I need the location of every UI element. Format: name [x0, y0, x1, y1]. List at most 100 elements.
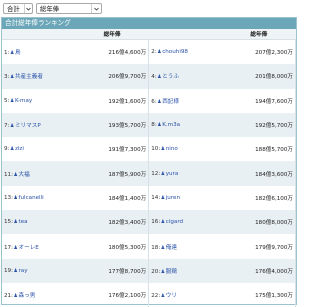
- ranking-title: 合計総年俸ランキング: [2, 18, 296, 29]
- player-link[interactable]: ♟yura: [160, 171, 179, 177]
- table-row: 17:♟オーレE 180億5,300万 18:♟俺達 179億9,700万: [2, 234, 297, 259]
- player-name: K.m3a: [162, 122, 181, 129]
- salary-amount: 182億3,400万: [75, 210, 150, 235]
- player-name: 西記様: [162, 98, 179, 105]
- player-link[interactable]: ♟共産主義者: [9, 74, 43, 81]
- player-name: オーレE: [18, 244, 39, 251]
- salary-amount: 177億8,700万: [75, 258, 150, 283]
- salary-amount: 216億4,600万: [75, 39, 150, 65]
- player-link[interactable]: ♟ray: [13, 268, 28, 274]
- player-cell: 15:♟tea: [2, 210, 76, 235]
- player-name: chouhi98: [162, 49, 188, 56]
- user-icon: ♟: [160, 293, 166, 300]
- player-cell: 11:♟大福: [2, 161, 76, 186]
- table-row: 1:♟鳥 216億4,600万 2:♟chouhi98 207億2,300万: [2, 39, 297, 65]
- salary-amount: 180億5,300万: [75, 234, 150, 259]
- player-link[interactable]: ♟K-may: [9, 98, 32, 104]
- user-icon: ♟: [157, 49, 162, 56]
- user-icon: ♟: [157, 122, 162, 129]
- salary-amount: 194億7,600万: [222, 88, 297, 113]
- user-icon: ♟: [13, 267, 18, 274]
- salary-amount: 187億5,900万: [75, 161, 150, 186]
- player-link[interactable]: ♟オーレE: [13, 245, 39, 251]
- user-icon: ♟: [9, 50, 15, 57]
- salary-amount: 207億2,300万: [222, 39, 297, 65]
- table-row: 5:♟K-may 192億1,600万 6:♟西記様 194億7,600万: [2, 88, 297, 113]
- player-cell: 7:♟ミリマスP: [2, 112, 76, 138]
- salary-amount: 176億2,100万: [75, 282, 150, 307]
- ranking-header-row: 総年俸 総年俸: [2, 29, 296, 40]
- player-link[interactable]: ♟nino: [160, 146, 178, 152]
- salary-amount: 182億6,100万: [222, 185, 297, 211]
- scope-select[interactable]: 合計: [3, 3, 33, 14]
- user-icon: ♟: [157, 98, 162, 105]
- salary-amount: 201億8,000万: [222, 64, 297, 89]
- table-row: 9:♟zizi 191億7,300万 10:♟nino 188億5,700万: [2, 137, 297, 162]
- player-link[interactable]: ♟森っ男: [13, 293, 36, 300]
- player-link[interactable]: ♟ウリ: [160, 293, 177, 299]
- player-link[interactable]: ♟tea: [13, 219, 28, 225]
- metric-select-value: 総年俸: [40, 5, 60, 13]
- player-link[interactable]: ♟K.m3a: [157, 122, 180, 128]
- player-name: 鳥: [14, 50, 21, 57]
- player-name: 大福: [18, 171, 30, 178]
- ranking-body: 1:♟鳥 216億4,600万 2:♟chouhi98 207億2,300万 3:♟共産…: [2, 39, 297, 307]
- user-icon: ♟: [13, 219, 18, 226]
- player-link[interactable]: ♟西記様: [157, 99, 179, 105]
- chevron-down-icon: [91, 4, 101, 13]
- player-link[interactable]: ♟大福: [13, 172, 30, 178]
- user-icon: ♟: [9, 97, 15, 104]
- player-link[interactable]: ♟fulcanelli: [13, 195, 44, 201]
- player-link[interactable]: ♟chouhi98: [157, 49, 188, 55]
- player-cell: 4:♟とうふ: [148, 64, 223, 89]
- salary-amount: 192億5,700万: [222, 112, 297, 138]
- salary-amount: 176億4,000万: [222, 258, 297, 283]
- player-name: 共産主義者: [14, 74, 43, 81]
- user-icon: ♟: [160, 146, 166, 153]
- player-name: fulcanelli: [18, 194, 44, 201]
- player-link[interactable]: ♟鳥: [9, 50, 21, 57]
- metric-select[interactable]: 総年俸: [36, 3, 102, 14]
- player-name: 俺達: [165, 244, 177, 251]
- user-icon: ♟: [9, 74, 15, 81]
- user-icon: ♟: [13, 244, 18, 251]
- scope-select-value: 合計: [7, 5, 20, 13]
- player-cell: 5:♟K-may: [2, 89, 75, 113]
- table-row: 7:♟ミリマスP 193億5,700万 8:♟K.m3a 192億5,700万: [2, 112, 297, 138]
- salary-amount: 184億1,400万: [75, 185, 150, 211]
- user-icon: ♟: [160, 194, 166, 201]
- table-row: 13:♟fulcanelli 184億1,400万 14:♟juren 182億6,1…: [2, 185, 297, 211]
- user-icon: ♟: [160, 219, 166, 226]
- salary-amount: 180億8,000万: [222, 210, 297, 235]
- chevron-down-icon: [23, 4, 32, 13]
- player-cell: 13:♟fulcanelli: [2, 186, 75, 210]
- player-name: 服鶏: [165, 268, 177, 275]
- player-cell: 12:♟yura: [148, 161, 223, 186]
- salary-amount: 184億3,600万: [222, 161, 297, 186]
- player-cell: 14:♟juren: [149, 186, 222, 210]
- player-link[interactable]: ♟ミリマスP: [9, 123, 41, 130]
- column-header-left: 総年俸: [75, 29, 149, 40]
- player-link[interactable]: ♟cigard: [160, 219, 183, 225]
- player-link[interactable]: ♟服鶏: [160, 269, 177, 275]
- player-name: cigard: [165, 219, 184, 226]
- player-cell: 8:♟K.m3a: [148, 112, 223, 138]
- user-icon: ♟: [9, 146, 15, 153]
- salary-amount: 193億5,700万: [75, 112, 150, 138]
- player-name: ray: [18, 267, 28, 274]
- player-link[interactable]: ♟とうふ: [157, 74, 179, 80]
- player-name: juren: [165, 194, 181, 201]
- player-cell: 9:♟zizi: [2, 137, 75, 161]
- player-link[interactable]: ♟juren: [160, 195, 180, 201]
- filter-bar: 合計 総年俸: [3, 3, 102, 15]
- user-icon: ♟: [13, 171, 18, 178]
- user-icon: ♟: [9, 123, 15, 130]
- player-cell: 18:♟俺達: [149, 234, 222, 258]
- player-link[interactable]: ♟俺達: [160, 245, 177, 251]
- table-row: 19:♟ray 177億8,700万 20:♟服鶏 176億4,000万: [2, 258, 297, 283]
- player-cell: 20:♟服鶏: [148, 258, 223, 283]
- user-icon: ♟: [13, 293, 18, 300]
- table-row: 15:♟tea 182億3,400万 16:♟cigard 180億8,000万: [2, 210, 297, 235]
- player-link[interactable]: ♟zizi: [9, 146, 24, 153]
- salary-amount: 175億1,300万: [222, 282, 297, 307]
